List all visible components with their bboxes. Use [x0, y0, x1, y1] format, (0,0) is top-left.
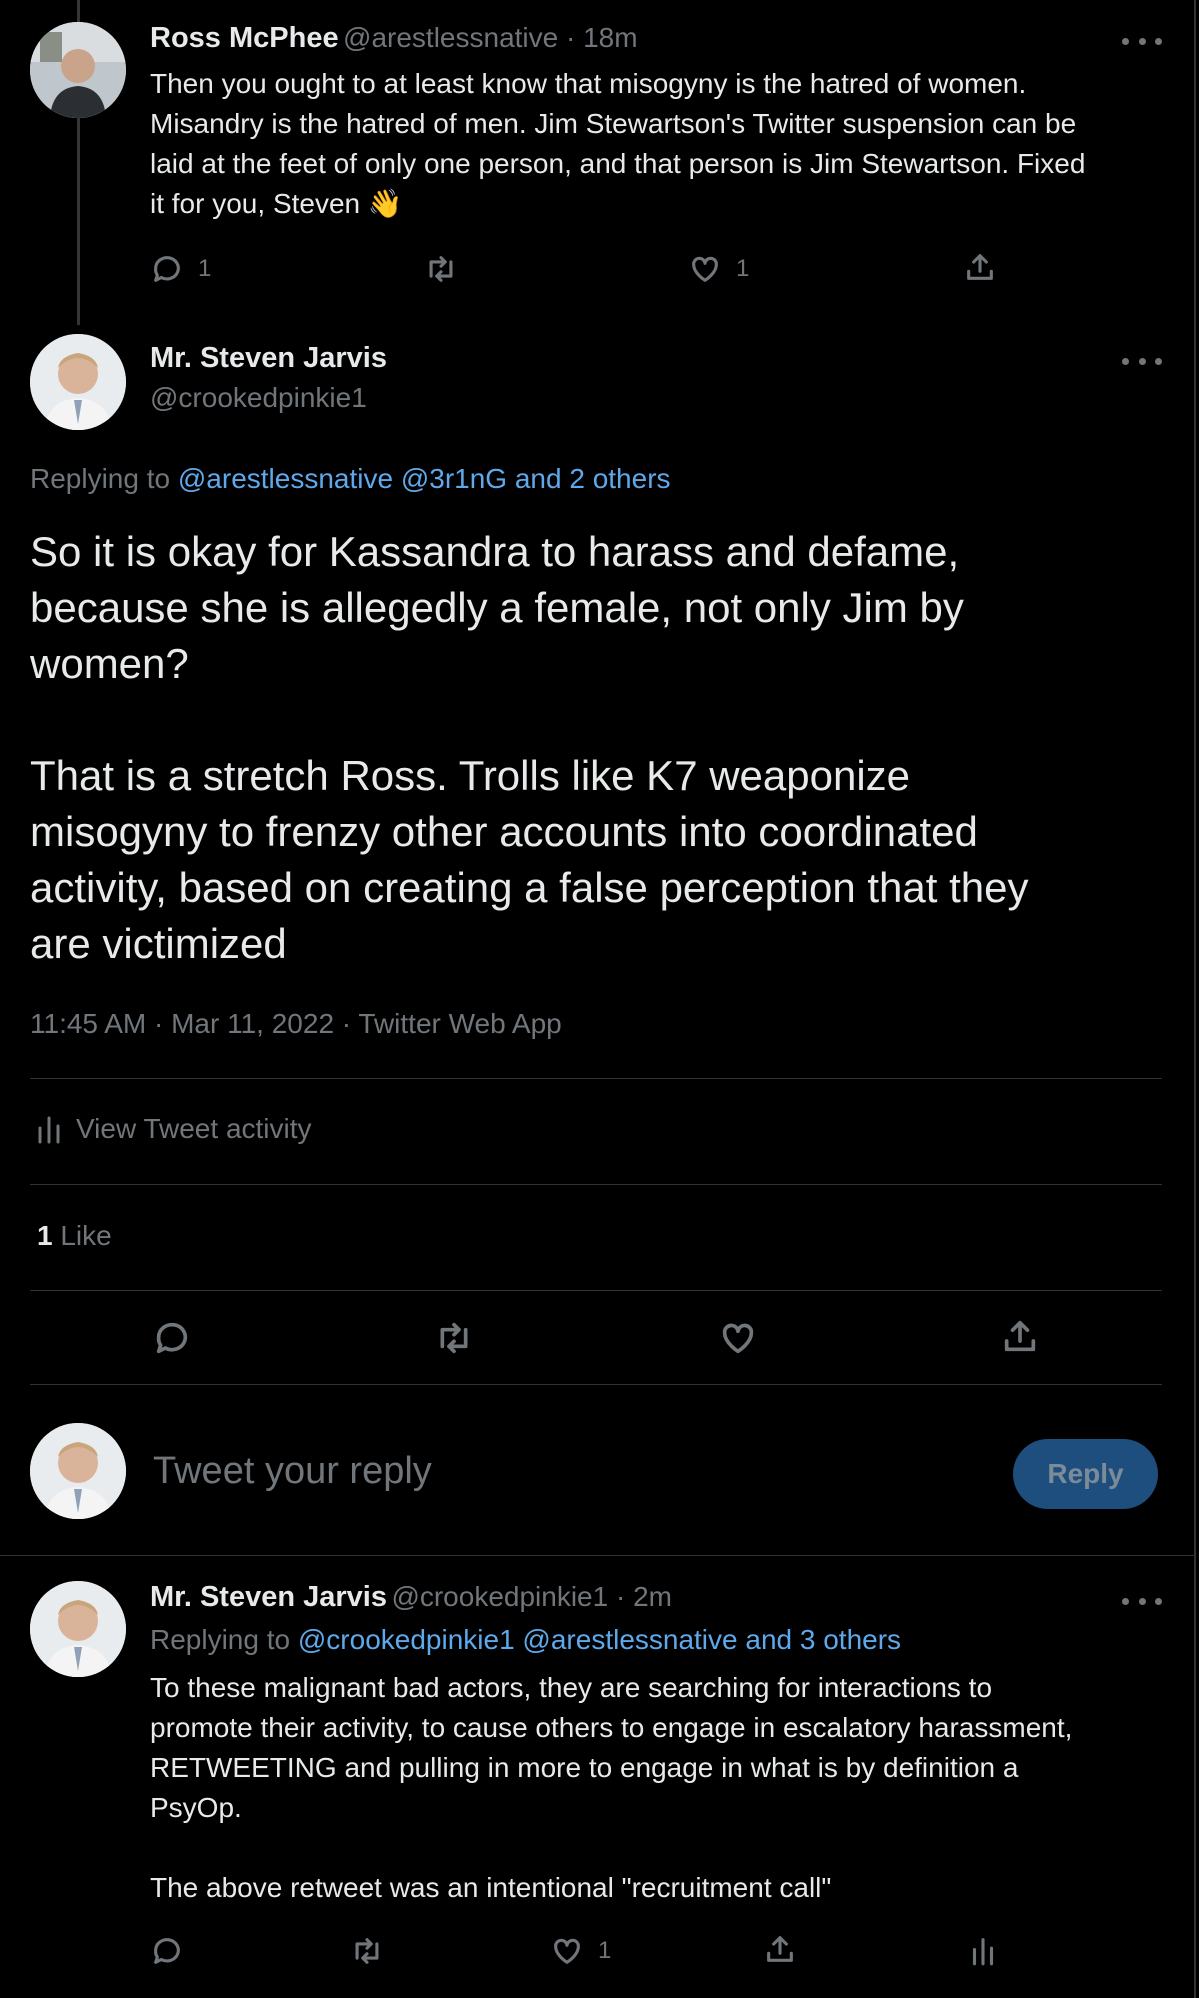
tweet3-header: Mr. Steven Jarvis @crookedpinkie1 · 2m [150, 1581, 672, 1614]
share-action[interactable] [1000, 1316, 1040, 1356]
reply-action[interactable] [152, 1318, 192, 1358]
tweet-line: women? [30, 640, 189, 687]
replying-to: Replying to @crookedpinkie1 @arestlessna… [150, 1624, 901, 1656]
analytics-action[interactable] [966, 1934, 1000, 1968]
likes-summary[interactable]: 1 Like [37, 1220, 112, 1252]
tweet-line: misogyny to frenzy other accounts into c… [30, 808, 978, 855]
like-action[interactable] [718, 1318, 758, 1358]
reply-action[interactable] [150, 1934, 184, 1968]
main-tweet-text: So it is okay for Kassandra to harass an… [30, 524, 1170, 972]
reply-icon [156, 1322, 188, 1354]
retweet-icon [440, 1322, 468, 1354]
reply-count: 1 [198, 255, 212, 282]
tweet-line: because she is allegedly a female, not o… [30, 584, 964, 631]
like-action[interactable]: 1 [550, 1934, 611, 1968]
share-icon [1004, 1320, 1036, 1352]
tweet-line: RETWEETING and pulling in more to engage… [150, 1752, 1019, 1783]
like-action[interactable]: 1 [688, 252, 749, 286]
retweet-action[interactable] [350, 1934, 384, 1968]
analytics-icon [38, 1116, 60, 1144]
more-icon[interactable] [1122, 1594, 1162, 1608]
retweet-icon [429, 256, 453, 282]
tweet-line: promote their activity, to cause others … [150, 1712, 1073, 1743]
tweet-line: So it is okay for Kassandra to harass an… [30, 528, 960, 575]
tweet-line: Misandry is the hatred of men. Jim Stewa… [150, 108, 1077, 139]
divider [30, 1184, 1162, 1185]
replying-to: Replying to @arestlessnative @3r1nG and … [30, 463, 671, 495]
avatar-current-user[interactable] [30, 1423, 126, 1519]
tweet1-text: Then you ought to at least know that mis… [150, 64, 1170, 224]
view-activity-label: View Tweet activity [76, 1113, 312, 1144]
like-icon [722, 1323, 754, 1354]
share-action[interactable] [763, 1932, 797, 1966]
reply-icon [154, 1938, 180, 1964]
like-icon [554, 1938, 580, 1964]
author-name[interactable]: Mr. Steven Jarvis [150, 342, 387, 375]
view-activity-link[interactable]: View Tweet activity [36, 1113, 312, 1145]
author-handle-time[interactable]: @crookedpinkie1 · 2m [391, 1581, 672, 1612]
reply-action[interactable]: 1 [150, 252, 211, 286]
analytics-icon [972, 1938, 994, 1966]
tweet-timestamp[interactable]: 11:45 AM · Mar 11, 2022 · Twitter Web Ap… [30, 1008, 562, 1040]
divider [30, 1078, 1162, 1079]
more-icon[interactable] [1122, 34, 1162, 48]
reply-input[interactable]: Tweet your reply [153, 1450, 432, 1493]
more-icon[interactable] [1122, 354, 1162, 368]
reply-icon [154, 256, 180, 282]
share-icon [967, 254, 993, 280]
like-count: 1 [598, 1937, 612, 1964]
divider [30, 1290, 1162, 1291]
share-icon [767, 1936, 793, 1962]
author-name[interactable]: Mr. Steven Jarvis [150, 1581, 387, 1613]
tweet-line: are victimized [30, 920, 287, 967]
author-name[interactable]: Ross McPhee [150, 22, 339, 54]
like-number: 1 [37, 1220, 53, 1251]
replying-prefix: Replying to [30, 463, 178, 494]
like-label: Like [52, 1220, 112, 1251]
replying-links[interactable]: @arestlessnative @3r1nG and 2 others [178, 463, 671, 494]
avatar-steven[interactable] [30, 1581, 126, 1677]
retweet-action[interactable] [434, 1318, 474, 1358]
tweet-line: Then you ought to at least know that mis… [150, 68, 1027, 99]
tweet3-text: To these malignant bad actors, they are … [150, 1668, 1170, 1908]
section-divider [0, 1555, 1195, 1556]
tweet-line: That is a stretch Ross. Trolls like K7 w… [30, 752, 911, 799]
tweet-line: laid at the feet of only one person, and… [150, 148, 1086, 179]
retweet-icon [355, 1938, 379, 1964]
tweet1-header: Ross McPhee @arestlessnative · 18m [150, 22, 638, 55]
tweet-line: activity, based on creating a false perc… [30, 864, 1029, 911]
reply-button[interactable]: Reply [1013, 1439, 1158, 1509]
author-handle-time[interactable]: @arestlessnative · 18m [343, 22, 638, 53]
replying-links[interactable]: @crookedpinkie1 @arestlessnative and 3 o… [298, 1624, 901, 1655]
replying-prefix: Replying to [150, 1624, 298, 1655]
like-count: 1 [736, 255, 750, 282]
share-action[interactable] [963, 250, 997, 284]
retweet-action[interactable] [424, 252, 458, 286]
tweet-line: it for you, Steven 👋 [150, 188, 403, 219]
tweet-line: PsyOp. [150, 1792, 242, 1823]
avatar-steven[interactable] [30, 334, 126, 430]
tweet-line: The above retweet was an intentional "re… [150, 1872, 832, 1903]
right-border [1194, 0, 1196, 1998]
divider [30, 1384, 1162, 1385]
tweet-line: To these malignant bad actors, they are … [150, 1672, 993, 1703]
avatar-ross[interactable] [30, 22, 126, 118]
author-handle[interactable]: @crookedpinkie1 [150, 382, 367, 414]
like-icon [692, 256, 718, 282]
